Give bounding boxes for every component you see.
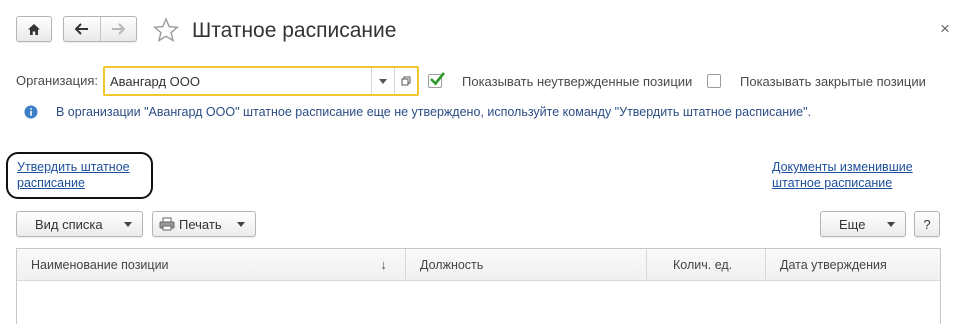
show-closed-checkbox[interactable] — [707, 74, 721, 88]
approve-link-line1: Утвердить штатное — [17, 160, 130, 174]
home-button[interactable] — [16, 16, 52, 42]
sort-down-icon: ↓ — [380, 257, 388, 272]
info-message: В организации "Авангард ООО" штатное рас… — [56, 105, 812, 119]
table-body[interactable] — [17, 281, 940, 326]
organization-open-button[interactable] — [394, 68, 417, 94]
organization-field[interactable]: Авангард ООО — [103, 66, 419, 96]
view-list-label: Вид списка — [35, 216, 103, 232]
more-button[interactable]: Еще — [820, 211, 906, 237]
arrow-left-icon — [74, 23, 88, 35]
column-header-position-name[interactable]: Наименование позиции ↓ — [17, 249, 406, 280]
info-icon — [24, 105, 38, 119]
chevron-down-icon — [124, 222, 132, 227]
column-header-approval-date[interactable]: Дата утверждения — [766, 249, 940, 280]
checkmark-icon — [430, 72, 446, 86]
view-list-button[interactable]: Вид списка — [16, 211, 143, 237]
documents-changed-link[interactable]: Документы изменившие штатное расписание — [772, 159, 942, 191]
documents-link-line2: штатное расписание — [772, 176, 893, 190]
show-unapproved-checkbox[interactable] — [428, 72, 446, 88]
table-header: Наименование позиции ↓ Должность Колич. … — [17, 249, 940, 281]
chevron-down-icon — [379, 78, 387, 84]
printer-icon — [159, 217, 175, 231]
organization-value: Авангард ООО — [110, 73, 200, 89]
home-icon — [28, 23, 40, 35]
column-header-job-title[interactable]: Должность — [406, 249, 647, 280]
show-unapproved-label[interactable]: Показывать неутвержденные позиции — [462, 74, 692, 90]
chevron-down-icon — [887, 222, 895, 227]
arrow-right-icon — [112, 23, 126, 35]
print-button[interactable]: Печать — [152, 211, 256, 237]
page-title: Штатное расписание — [192, 19, 397, 42]
forward-button[interactable] — [100, 17, 136, 41]
column-header-units-count[interactable]: Колич. ед. — [647, 249, 766, 280]
chevron-down-icon — [237, 222, 245, 227]
show-closed-label[interactable]: Показывать закрытые позиции — [740, 74, 926, 90]
history-nav — [63, 16, 137, 42]
more-label: Еще — [839, 216, 866, 232]
help-button[interactable]: ? — [914, 211, 940, 237]
back-button[interactable] — [64, 17, 100, 41]
organization-label: Организация: — [16, 73, 99, 88]
close-icon[interactable]: × — [937, 19, 953, 39]
open-window-icon — [401, 76, 411, 86]
staffing-table: Наименование позиции ↓ Должность Колич. … — [16, 248, 941, 324]
organization-dropdown-button[interactable] — [371, 68, 394, 94]
approve-link-line2: расписание — [17, 176, 85, 190]
approve-staffing-link[interactable]: Утвердить штатное расписание — [17, 159, 147, 191]
print-label: Печать — [179, 216, 222, 232]
documents-link-line1: Документы изменившие — [772, 160, 913, 174]
favorite-star-icon[interactable] — [152, 17, 180, 43]
help-label: ? — [923, 216, 931, 232]
